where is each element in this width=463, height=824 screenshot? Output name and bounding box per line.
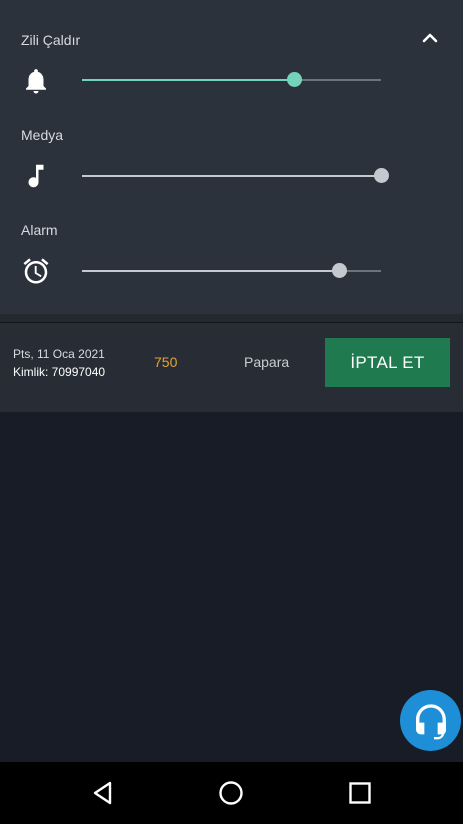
payment-method: Papara: [244, 354, 290, 370]
volume-panel: Zili Çaldır Medya Alarm: [0, 0, 463, 314]
recents-icon[interactable]: [345, 778, 375, 808]
transaction-id: Kimlik: 70997040: [13, 365, 106, 379]
slider-thumb[interactable]: [373, 168, 389, 183]
headset-icon: [415, 703, 446, 739]
transaction-row: Pts, 11 Oca 2021 Kimlik: 70997040 750 Pa…: [0, 322, 463, 412]
slider-thumb[interactable]: [331, 263, 347, 278]
cancel-button[interactable]: İPTAL ET: [325, 338, 450, 387]
panel-divider: [0, 314, 463, 322]
transaction-amount: 750: [154, 354, 178, 370]
support-button[interactable]: [400, 690, 461, 751]
home-icon[interactable]: [216, 778, 246, 808]
media-label: Medya: [21, 127, 64, 143]
slider-fill: [82, 175, 381, 177]
system-navigation-bar: [0, 762, 463, 824]
back-icon[interactable]: [88, 778, 118, 808]
alarm-clock-icon[interactable]: [21, 256, 51, 286]
slider-thumb[interactable]: [286, 72, 302, 87]
alarm-volume-slider[interactable]: [82, 261, 381, 281]
chevron-up-icon[interactable]: [416, 26, 444, 50]
transaction-date: Pts, 11 Oca 2021: [13, 347, 105, 361]
slider-fill: [82, 270, 340, 272]
music-note-icon[interactable]: [21, 161, 51, 191]
ringer-label: Zili Çaldır: [21, 32, 81, 48]
media-volume-slider[interactable]: [82, 166, 389, 186]
bell-icon[interactable]: [21, 66, 51, 96]
ringer-volume-slider[interactable]: [82, 70, 381, 90]
alarm-label: Alarm: [21, 222, 58, 238]
slider-fill: [82, 79, 295, 81]
